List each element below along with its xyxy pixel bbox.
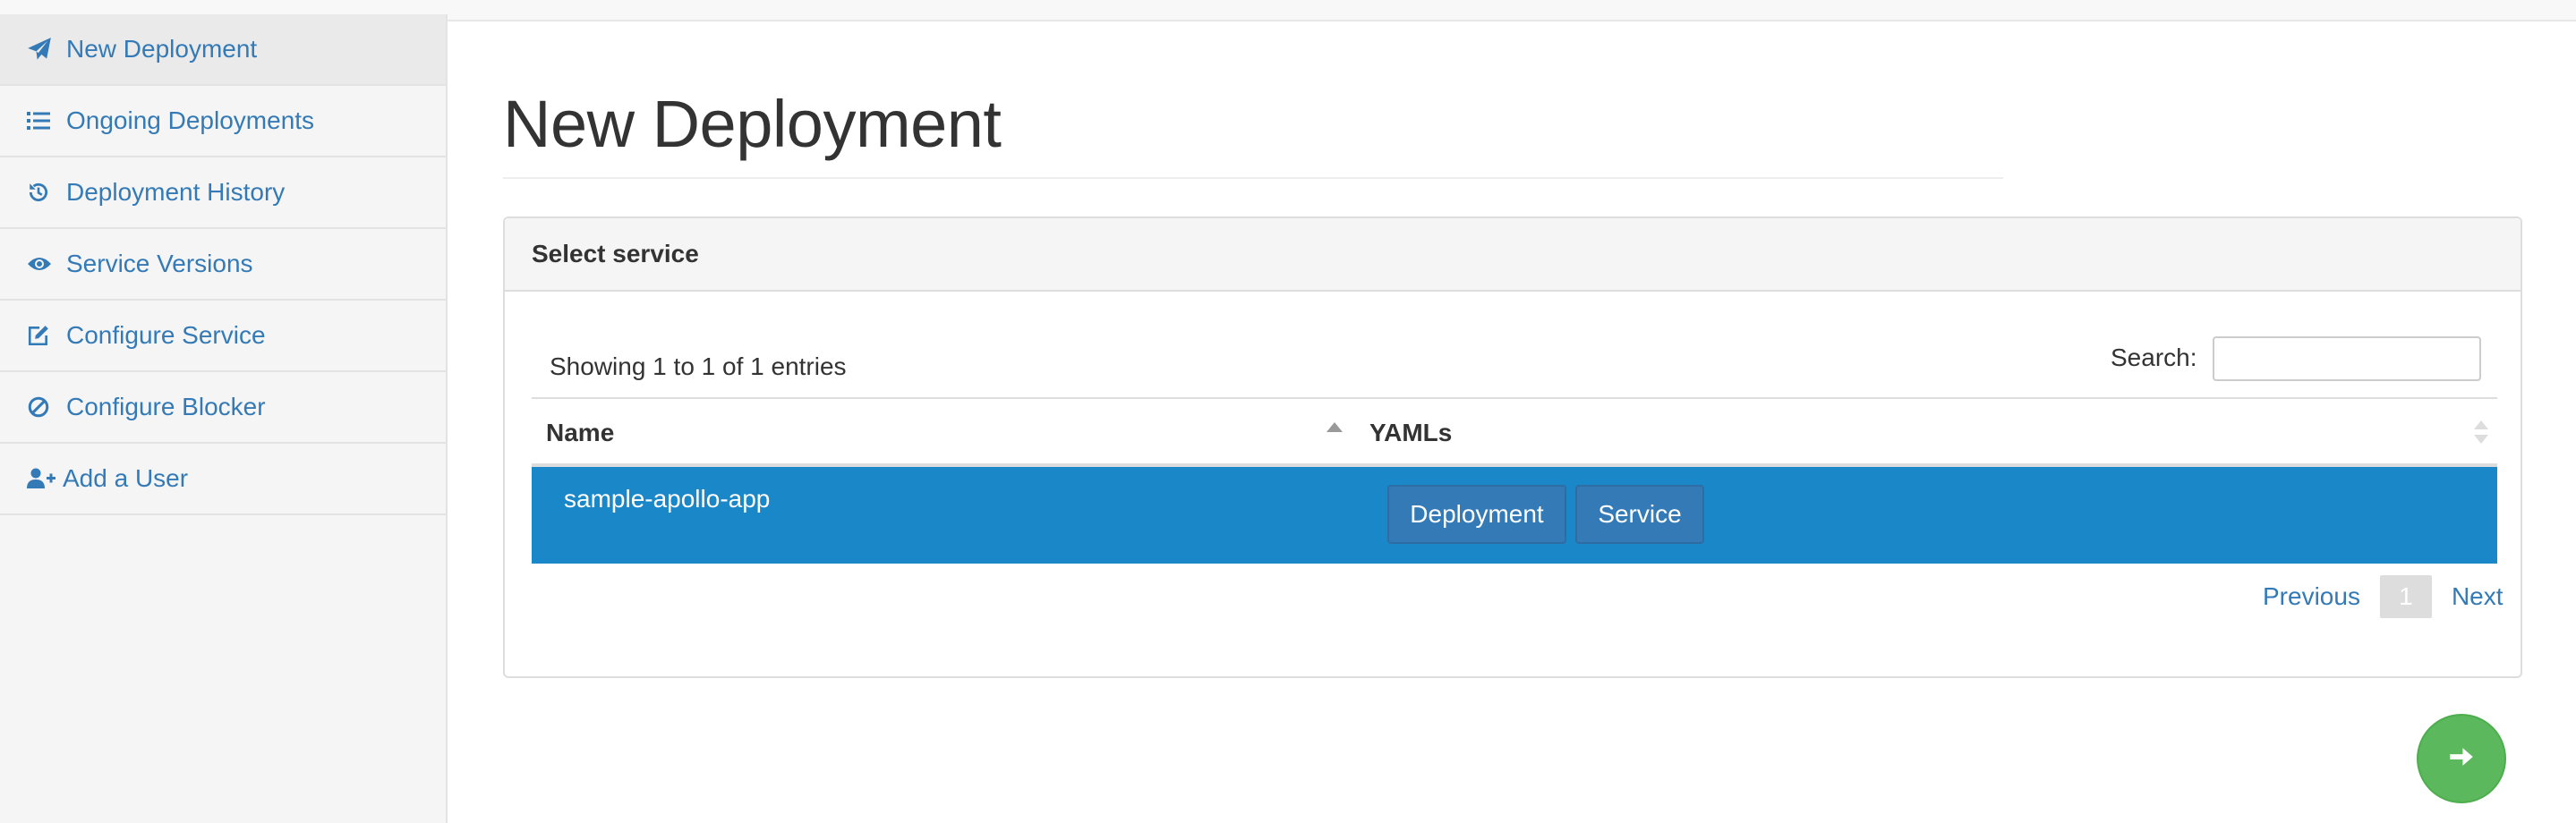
select-service-panel: Select service Showing 1 to 1 of 1 entri… (503, 216, 2522, 678)
services-table: Name YAMLs sample-apollo-app Deployment … (532, 397, 2497, 564)
table-header: Name YAMLs (532, 397, 2497, 467)
user-plus-icon (27, 465, 63, 492)
sidebar-item-label: Deployment History (66, 178, 286, 206)
column-header-name[interactable]: Name (546, 419, 614, 447)
sidebar-item-label: Configure Service (66, 321, 266, 349)
sidebar-item-label: New Deployment (66, 35, 258, 63)
table-info: Showing 1 to 1 of 1 entries (550, 352, 847, 380)
sidebar-item-label: Configure Blocker (66, 393, 266, 420)
edit-icon (27, 322, 66, 349)
sidebar-item-label: Add a User (63, 464, 189, 492)
title-divider (503, 177, 2003, 179)
search-label: Search: (2111, 344, 2197, 371)
table-row[interactable]: sample-apollo-app Deployment Service (532, 467, 2497, 564)
sidebar-item-configure-blocker[interactable]: Configure Blocker (0, 372, 446, 444)
sidebar-item-add-user[interactable]: Add a User (0, 444, 446, 515)
history-icon (27, 179, 66, 206)
main-content: New Deployment Select service Showing 1 … (448, 21, 2576, 823)
search-input[interactable] (2213, 336, 2481, 381)
sidebar-item-service-versions[interactable]: Service Versions (0, 229, 446, 301)
pagination-page-current[interactable]: 1 (2379, 575, 2432, 618)
sidebar-item-deployment-history[interactable]: Deployment History (0, 157, 446, 229)
ban-icon (27, 394, 66, 420)
sort-ascending-icon[interactable] (1326, 422, 1343, 432)
sidebar-item-label: Ongoing Deployments (66, 106, 315, 134)
eye-icon (27, 250, 66, 277)
deployment-yaml-button[interactable]: Deployment (1387, 485, 1566, 544)
page-title: New Deployment (503, 87, 1002, 161)
paper-plane-icon (27, 36, 66, 63)
pagination: Previous 1 Next (2263, 574, 2503, 619)
panel-heading: Select service (505, 218, 2521, 292)
service-yaml-button[interactable]: Service (1575, 485, 1704, 544)
next-step-button[interactable] (2417, 714, 2506, 803)
service-name-cell: sample-apollo-app (564, 485, 771, 513)
sort-both-icon[interactable] (2474, 420, 2490, 447)
sidebar: New Deployment Ongoing Deployments Deplo… (0, 14, 448, 823)
pagination-next[interactable]: Next (2452, 582, 2503, 611)
sidebar-item-new-deployment[interactable]: New Deployment (0, 14, 446, 86)
pagination-previous[interactable]: Previous (2263, 582, 2360, 611)
column-header-yamls[interactable]: YAMLs (1369, 419, 1452, 447)
sidebar-item-label: Service Versions (66, 250, 253, 277)
sidebar-item-configure-service[interactable]: Configure Service (0, 301, 446, 372)
arrow-right-icon (2446, 742, 2477, 776)
sidebar-item-ongoing-deployments[interactable]: Ongoing Deployments (0, 86, 446, 157)
list-icon (27, 107, 66, 134)
